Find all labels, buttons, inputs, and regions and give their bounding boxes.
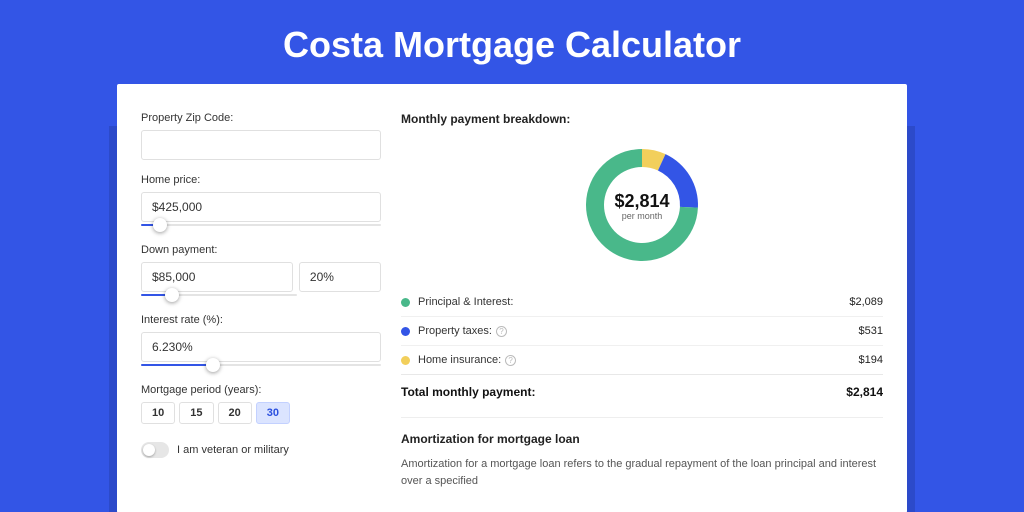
total-label: Total monthly payment: (401, 385, 846, 399)
period-button-30[interactable]: 30 (256, 402, 290, 424)
legend-swatch (401, 356, 410, 365)
page-title: Costa Mortgage Calculator (0, 0, 1024, 84)
amortization-heading: Amortization for mortgage loan (401, 432, 883, 446)
down-payment-label: Down payment: (141, 244, 381, 256)
home-price-slider[interactable] (141, 220, 381, 230)
legend-row: Principal & Interest:$2,089 (401, 288, 883, 317)
donut-chart: $2,814per month (401, 140, 883, 270)
donut-center-value: $2,814 (614, 191, 669, 211)
period-buttons: 10152030 (141, 402, 381, 424)
legend-row: Home insurance:?$194 (401, 346, 883, 375)
legend-value: $2,089 (849, 296, 883, 308)
veteran-label: I am veteran or military (177, 444, 289, 456)
legend-value: $194 (859, 354, 883, 366)
down-payment-pct-input[interactable] (299, 262, 381, 292)
breakdown-column: Monthly payment breakdown: $2,814per mon… (401, 112, 883, 489)
amortization-section: Amortization for mortgage loan Amortizat… (401, 417, 883, 489)
legend-swatch (401, 327, 410, 336)
calculator-card: Property Zip Code: Home price: Down paym… (117, 84, 907, 512)
legend-label: Home insurance:? (418, 354, 859, 366)
interest-rate-input[interactable] (141, 332, 381, 362)
legend-label: Property taxes:? (418, 325, 859, 337)
period-label: Mortgage period (years): (141, 384, 381, 396)
interest-rate-slider[interactable] (141, 360, 381, 370)
period-button-20[interactable]: 20 (218, 402, 252, 424)
down-payment-input[interactable] (141, 262, 293, 292)
donut-center-sub: per month (622, 211, 663, 221)
home-price-label: Home price: (141, 174, 381, 186)
legend-label: Principal & Interest: (418, 296, 849, 308)
home-price-input[interactable] (141, 192, 381, 222)
legend-swatch (401, 298, 410, 307)
amortization-text: Amortization for a mortgage loan refers … (401, 456, 883, 489)
breakdown-heading: Monthly payment breakdown: (401, 112, 883, 126)
total-value: $2,814 (846, 385, 883, 399)
legend-row: Property taxes:?$531 (401, 317, 883, 346)
info-icon[interactable]: ? (505, 355, 516, 366)
total-row: Total monthly payment: $2,814 (401, 375, 883, 413)
legend-value: $531 (859, 325, 883, 337)
legend: Principal & Interest:$2,089Property taxe… (401, 288, 883, 375)
zip-input[interactable] (141, 130, 381, 160)
zip-label: Property Zip Code: (141, 112, 381, 124)
period-button-10[interactable]: 10 (141, 402, 175, 424)
veteran-toggle[interactable] (141, 442, 169, 458)
info-icon[interactable]: ? (496, 326, 507, 337)
interest-rate-label: Interest rate (%): (141, 314, 381, 326)
period-button-15[interactable]: 15 (179, 402, 213, 424)
inputs-column: Property Zip Code: Home price: Down paym… (141, 112, 381, 489)
down-payment-slider[interactable] (141, 290, 297, 300)
